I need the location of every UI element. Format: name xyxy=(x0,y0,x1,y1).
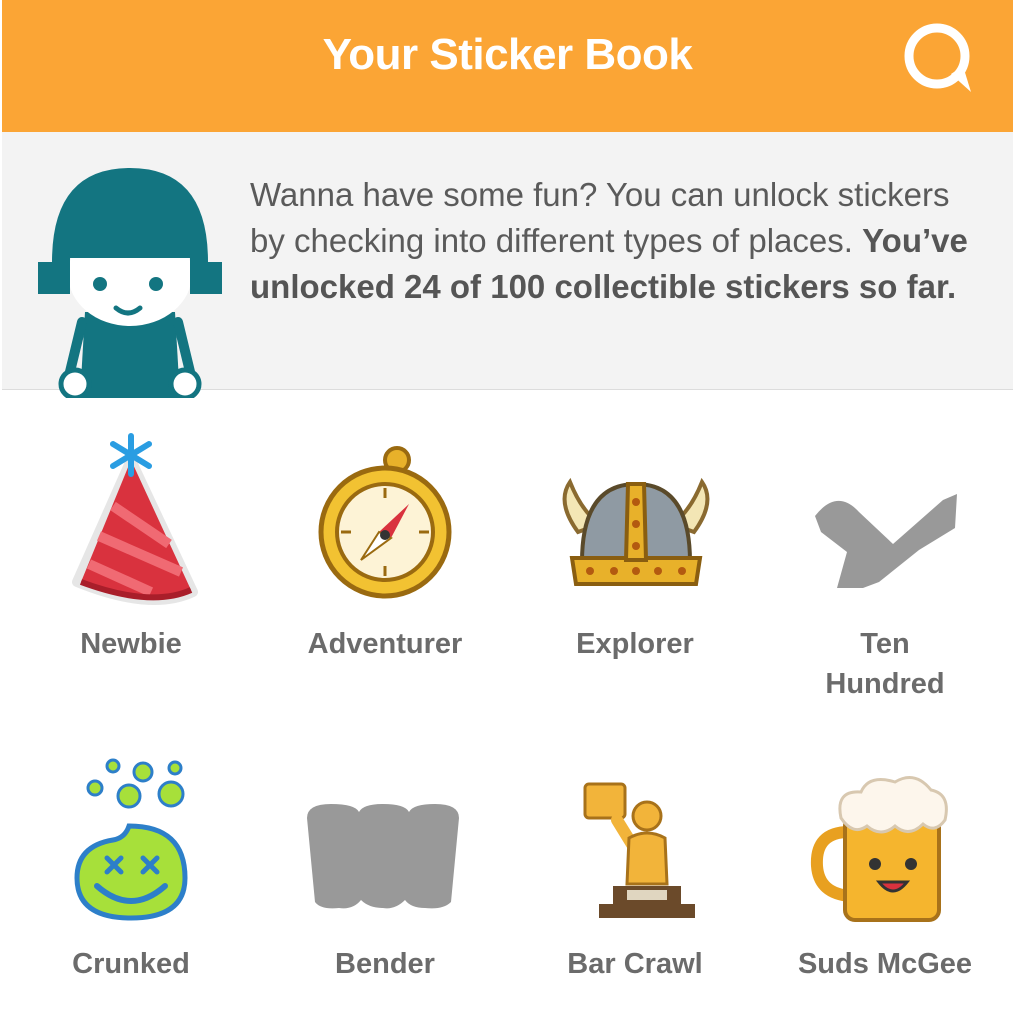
chat-bubble-icon[interactable] xyxy=(899,18,979,98)
trophy-statue-icon xyxy=(583,782,695,918)
intro-message: Wanna have some fun? You can unlock stic… xyxy=(250,172,990,310)
intro-plain-text: Wanna have some fun? You can unlock stic… xyxy=(250,176,950,259)
compass-icon xyxy=(313,446,457,604)
sticker-label: Suds McGee xyxy=(797,948,973,980)
party-hat-icon xyxy=(72,433,198,605)
intro-panel: Wanna have some fun? You can unlock stic… xyxy=(2,132,1013,398)
sticker-label: Crunked xyxy=(72,948,190,980)
sticker-label: Explorer xyxy=(576,628,694,660)
locked-silhouette-icon xyxy=(307,804,459,909)
sticker-crunked[interactable]: Crunked xyxy=(4,714,258,1024)
drunk-smiley-icon xyxy=(71,758,191,924)
sticker-ten-hundred[interactable]: Ten Hundred xyxy=(758,392,1012,702)
sticker-adventurer[interactable]: Adventurer xyxy=(258,392,512,702)
locked-silhouette-icon xyxy=(815,494,957,588)
app-header: Your Sticker Book xyxy=(2,0,1013,132)
sticker-label: Adventurer xyxy=(307,628,463,660)
sticker-label: Newbie xyxy=(80,628,182,660)
viking-helmet-icon xyxy=(562,477,710,586)
sticker-explorer[interactable]: Explorer xyxy=(508,392,762,702)
sticker-bender[interactable]: Bender xyxy=(258,714,512,1024)
sticker-label: Ten Hundred xyxy=(825,628,945,700)
sticker-bar-crawl[interactable]: Bar Crawl xyxy=(508,714,762,1024)
sticker-grid: Newbie Adventurer Explorer Ten Hundred C… xyxy=(0,392,1016,1024)
helmet-mascot-icon xyxy=(38,168,222,398)
sticker-label: Bender xyxy=(335,948,435,980)
page-title: Your Sticker Book xyxy=(322,30,693,79)
beer-mug-icon xyxy=(810,776,948,922)
sticker-suds-mcgee[interactable]: Suds McGee xyxy=(758,714,1012,1024)
sticker-newbie[interactable]: Newbie xyxy=(4,392,258,702)
sticker-label: Bar Crawl xyxy=(567,948,703,980)
